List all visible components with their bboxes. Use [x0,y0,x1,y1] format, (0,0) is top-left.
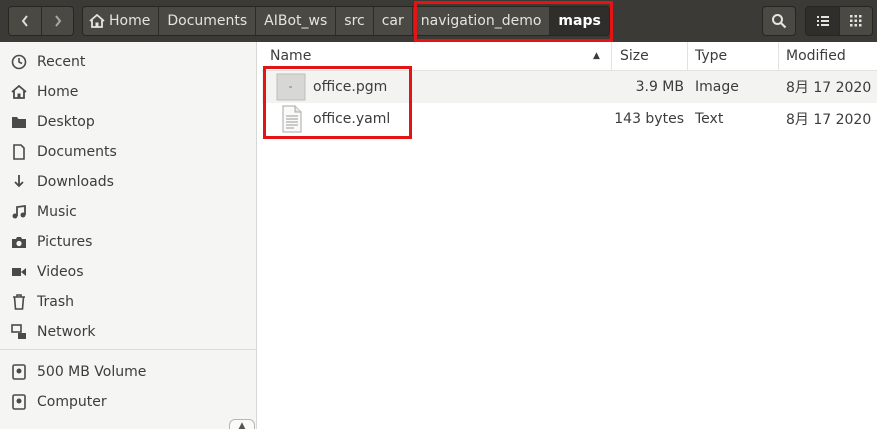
sidebar: Recent Home Desktop Documents Downloads … [0,42,257,429]
sidebar-item-recent[interactable]: Recent [0,47,256,77]
sidebar-item-label: Desktop [37,114,95,130]
document-icon [10,143,28,161]
grid-view-icon [850,15,862,27]
history-nav [8,6,74,36]
crumb-home[interactable]: Home [83,7,160,35]
crumb-aibot-ws[interactable]: AIBot_ws [256,7,337,35]
column-header-label: Modified [786,48,846,64]
sidebar-item-label: Home [37,84,79,100]
files-highlight-box [263,66,412,139]
sidebar-item-label: Recent [37,54,86,70]
sidebar-item-500mb-volume[interactable]: 500 MB Volume [0,357,256,387]
list-view-button[interactable] [806,7,839,35]
crumb-car[interactable]: car [373,7,413,35]
sidebar-item-documents[interactable]: Documents [0,137,256,167]
sidebar-item-label: Trash [37,294,74,310]
file-size: 3.9 MB [635,79,684,95]
sidebar-item-label: Pictures [37,234,93,250]
search-button[interactable] [762,6,796,36]
drive-icon [10,363,28,381]
column-header-label: Size [620,48,649,64]
sidebar-item-trash[interactable]: Trash [0,287,256,317]
video-icon [10,263,28,281]
sidebar-item-computer[interactable]: Computer [0,387,256,417]
sidebar-item-videos[interactable]: Videos [0,257,256,287]
forward-button[interactable] [41,7,73,35]
sidebar-item-label: Documents [37,144,117,160]
sidebar-item-downloads[interactable]: Downloads [0,167,256,197]
download-icon [10,173,28,191]
crumb-label: Home [109,13,151,29]
file-type: Text [695,111,724,127]
chevron-right-icon [54,15,61,27]
column-header-size[interactable]: Size [612,42,688,71]
sidebar-item-home[interactable]: Home [0,77,256,107]
list-view-icon [816,16,829,26]
sidebar-item-label: Videos [37,264,84,280]
crumb-label: src [344,13,365,29]
sort-ascending-icon: ▲ [593,51,600,61]
crumb-src[interactable]: src [336,7,374,35]
camera-icon [10,233,28,251]
column-header-modified[interactable]: Modified [779,42,877,71]
column-header-label: Type [695,48,728,64]
sidebar-item-label: 500 MB Volume [37,364,147,380]
sidebar-item-label: Computer [37,394,107,410]
music-icon [10,203,28,221]
sidebar-item-pictures[interactable]: Pictures [0,227,256,257]
network-icon [10,323,28,341]
folder-icon [10,113,28,131]
file-modified: 8月 17 2020 [786,80,872,96]
sidebar-item-label: Music [37,204,77,220]
column-header-type[interactable]: Type [688,42,779,71]
column-header-label: Name [270,48,312,64]
trash-icon [10,293,28,311]
home-icon [89,14,105,28]
sidebar-divider [0,349,256,350]
view-toggle [805,6,873,36]
crumb-documents[interactable]: Documents [159,7,257,35]
sidebar-scroll-up-button[interactable]: ▲ [229,419,255,429]
sidebar-item-label: Downloads [37,174,114,190]
home-icon [10,83,28,101]
file-size: 143 bytes [614,111,684,127]
file-type: Image [695,79,739,95]
breadcrumb-highlight-box [414,1,613,42]
crumb-label: Documents [167,13,248,29]
sidebar-item-music[interactable]: Music [0,197,256,227]
crumb-label: AIBot_ws [264,13,328,29]
back-button[interactable] [9,7,41,35]
search-icon [772,14,787,29]
clock-icon [10,53,28,71]
sidebar-item-desktop[interactable]: Desktop [0,107,256,137]
file-modified: 8月 17 2020 [786,112,872,128]
sidebar-item-label: Network [37,324,96,340]
grid-view-button[interactable] [839,7,872,35]
drive-icon [10,393,28,411]
sidebar-item-network[interactable]: Network [0,317,256,347]
crumb-label: car [381,13,404,29]
chevron-left-icon [21,15,28,27]
